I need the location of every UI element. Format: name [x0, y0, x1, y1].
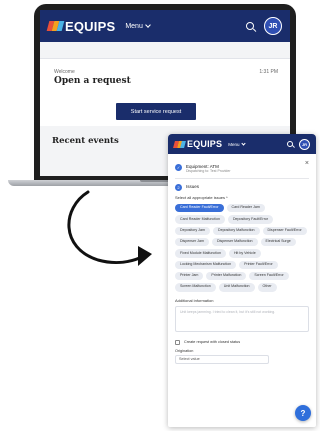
equips-logo[interactable]: EQUIPS: [46, 18, 116, 34]
menu-label: Menu: [228, 141, 240, 147]
issue-chip[interactable]: Fixed Module Malfunction: [175, 249, 226, 258]
additional-info-label: Additional information: [175, 297, 214, 303]
issue-chip[interactable]: Card Reader Jam: [226, 204, 265, 213]
issue-chip[interactable]: Dispenser Fault/Error: [262, 226, 307, 235]
issue-chip[interactable]: Dispenser Jam: [175, 237, 209, 247]
issue-chip[interactable]: Printer Jam: [175, 271, 204, 281]
step-equipment[interactable]: ✓ Equipment: ATM Dispatching to: Test Pr…: [175, 164, 309, 173]
issue-chip[interactable]: Unit Malfunction: [218, 283, 255, 292]
issue-chip[interactable]: Card Reader Fault/Error: [175, 204, 224, 213]
header-actions: JR: [246, 17, 282, 35]
close-icon[interactable]: ×: [305, 160, 309, 167]
issue-chip[interactable]: Screen Malfunction: [175, 283, 216, 292]
origination-select[interactable]: Select value: [175, 354, 269, 364]
header-actions: JR: [287, 138, 310, 150]
help-button[interactable]: ?: [295, 405, 311, 421]
chevron-down-icon: [241, 140, 247, 146]
chevron-down-icon: [145, 22, 151, 28]
additional-info-textarea[interactable]: Unit keeps jamming. I tried to clean it,…: [175, 305, 309, 332]
arrow-head: [138, 246, 152, 266]
mobile-screen: EQUIPS Menu JR × ✓ Equipment: ATM Dispat…: [168, 134, 316, 427]
step-issues-title: Issues: [186, 184, 200, 189]
closed-status-row[interactable]: Create request with closed status: [175, 339, 309, 345]
issue-chip[interactable]: Depository Fault/Error: [227, 215, 274, 224]
issues-select-label: Select all appropriate issues *: [175, 195, 228, 200]
issue-chip[interactable]: Hit by Vehicle: [228, 249, 261, 258]
step-equipment-subtitle: Dispatching to: Test Provider: [186, 169, 231, 173]
equips-logo[interactable]: EQUIPS: [173, 139, 223, 149]
closed-status-label: Create request with closed status: [184, 340, 241, 345]
origination-label: Origination: [175, 348, 194, 353]
step-issues: 2 Issues: [175, 184, 309, 191]
closed-status-checkbox[interactable]: [175, 339, 180, 345]
request-form: × ✓ Equipment: ATM Dispatching to: Test …: [168, 154, 316, 370]
issue-chip[interactable]: Depository Malfunction: [212, 226, 260, 235]
avatar[interactable]: JR: [264, 17, 282, 35]
issue-chip[interactable]: Printer Fault/Error: [239, 260, 278, 269]
issue-chip[interactable]: Dispenser Malfunction: [211, 237, 258, 247]
logo-text: EQUIPS: [65, 18, 116, 34]
desktop-app-bar: EQUIPS Menu JR: [40, 10, 290, 42]
mobile-app-bar: EQUIPS Menu JR: [168, 134, 316, 154]
issue-chip[interactable]: Printer Malfunction: [206, 271, 247, 281]
divider: [175, 178, 309, 179]
issue-chip[interactable]: Other: [257, 283, 277, 292]
step-number-badge: 2: [175, 184, 182, 191]
issue-chip[interactable]: Depository Jam: [175, 226, 210, 235]
page-title: Open a request: [54, 76, 131, 86]
issue-chip[interactable]: Card Reader Malfunction: [175, 215, 225, 224]
menu-label: Menu: [125, 22, 143, 30]
welcome-label: Welcome: [54, 69, 75, 75]
logo-text: EQUIPS: [187, 139, 223, 149]
issue-chip-list: Card Reader Fault/Error Card Reader Jam Ca…: [175, 204, 309, 292]
arrow-curve: [67, 190, 146, 265]
welcome-card: Welcome 1:31 PM Open a request Start ser…: [40, 58, 290, 126]
menu-dropdown[interactable]: Menu: [228, 140, 247, 147]
composite-stage: EQUIPS Menu JR Welcome 1:31 PM Open a re…: [0, 0, 320, 431]
welcome-time: 1:31 PM: [259, 69, 278, 75]
avatar[interactable]: JR: [299, 138, 310, 150]
issue-chip[interactable]: Screen Fault/Error: [249, 271, 289, 281]
logo-mark-icon: [46, 21, 65, 31]
check-icon: ✓: [175, 164, 182, 171]
issue-chip[interactable]: Locking Mechanism Malfunction: [175, 260, 237, 269]
logo-mark-icon: [173, 140, 186, 148]
issue-chip[interactable]: Electrical Surge: [260, 237, 296, 247]
curved-arrow-icon: [67, 190, 152, 266]
menu-dropdown[interactable]: Menu: [125, 22, 151, 30]
start-service-request-button[interactable]: Start service request: [116, 103, 196, 120]
search-icon[interactable]: [246, 22, 254, 30]
search-icon[interactable]: [287, 141, 293, 147]
